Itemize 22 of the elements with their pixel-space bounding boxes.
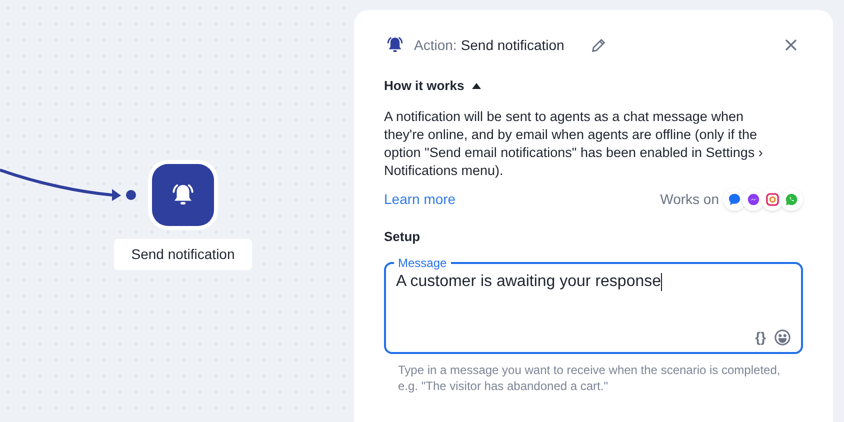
field-label: Message	[397, 256, 448, 270]
variables-button[interactable]: {}	[755, 329, 766, 346]
notification-node[interactable]	[148, 160, 218, 230]
description-text: A notification will be sent to agents as a chat message when they're online, and by email when agents are offline (only if the option "Send email notifications" has been enabled in Settings › Notifications menu).	[384, 108, 764, 180]
camera-icon	[761, 188, 784, 210]
close-icon[interactable]	[785, 39, 797, 51]
works-on-label: Works on	[660, 190, 719, 208]
how-it-works-toggle[interactable]: How it works	[384, 76, 482, 96]
message-value: A customer is awaiting your response	[396, 272, 662, 292]
pencil-icon[interactable]	[590, 36, 608, 54]
node-label: Send notification	[114, 239, 252, 270]
emoji-icon[interactable]	[774, 329, 791, 346]
messenger-icon	[742, 188, 765, 210]
panel-title: Send notification	[460, 36, 564, 54]
message-field[interactable]: Message A customer is awaiting your response {}	[384, 256, 803, 354]
caret-icon	[472, 82, 482, 89]
setup-heading: Setup	[384, 228, 422, 246]
chat-bubble-icon	[723, 188, 746, 210]
title-prefix: Action:	[414, 36, 457, 54]
phone-bubble-icon	[780, 188, 803, 210]
learn-more-link[interactable]: Learn more	[384, 188, 456, 210]
hint-text: Type in a message you want to receive when the scenario is completed, e.g. "The visitor has abandoned a cart."	[397, 362, 782, 394]
